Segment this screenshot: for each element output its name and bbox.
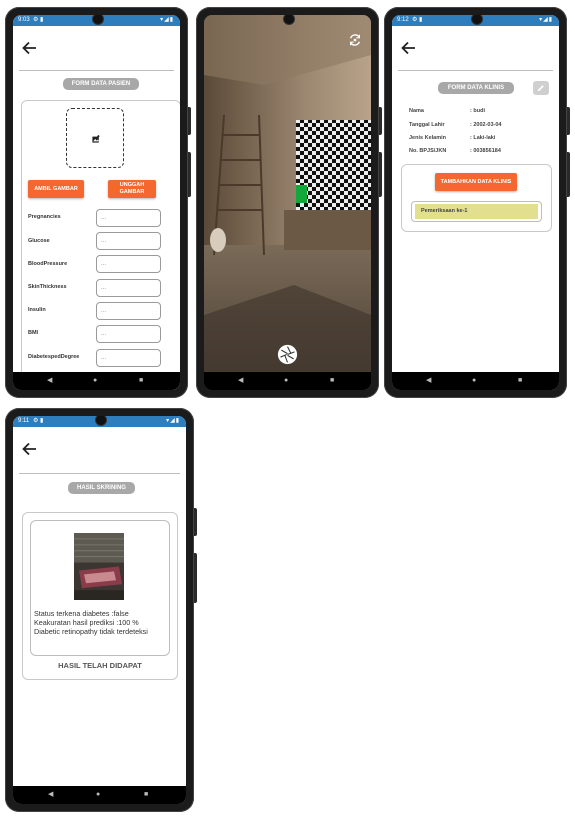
volume-button xyxy=(194,508,197,536)
bloodpressure-input[interactable]: ... xyxy=(96,255,161,273)
volume-button xyxy=(188,107,191,135)
nav-home-icon[interactable]: ● xyxy=(93,376,97,386)
front-camera xyxy=(91,15,104,25)
divider xyxy=(19,473,180,474)
result-card: Status terkena diabetes :false Keakurata… xyxy=(22,512,178,680)
divider xyxy=(398,70,553,71)
phone-form-data-klinis: 9:12 ⚙ ▮ ▾◢▮ FORM DATA KLINIS Nama : bud… xyxy=(384,7,570,398)
nav-home-icon[interactable]: ● xyxy=(472,376,476,386)
front-camera xyxy=(470,15,483,25)
field-label: Insulin xyxy=(28,307,46,313)
screen: 9:12 ⚙ ▮ ▾◢▮ FORM DATA KLINIS Nama : bud… xyxy=(392,15,559,390)
front-camera xyxy=(282,15,295,25)
photo-placeholder[interactable] xyxy=(66,108,124,168)
result-inner-card: Status terkena diabetes :false Keakurata… xyxy=(30,520,170,656)
status-icons: ⚙ ▮ xyxy=(33,418,44,424)
clinical-card: TAMBAHKAN DATA KLINIS Pemeriksaan ke-1 xyxy=(401,164,552,232)
phone-hasil-skrining: 9:11 ⚙ ▮ ▾◢▮ HASIL SKRINING Status terke… xyxy=(5,408,197,812)
field-label: SkinThickness xyxy=(28,284,67,290)
nav-recents-icon[interactable]: ■ xyxy=(144,790,148,800)
patient-label: Tanggal Lahir xyxy=(409,122,445,128)
result-footer: HASIL TELAH DIDAPAT xyxy=(58,661,142,670)
camera-switch-icon[interactable] xyxy=(348,33,362,47)
nav-bar: ◀ ● ■ xyxy=(392,372,559,390)
nav-recents-icon[interactable]: ■ xyxy=(330,376,334,386)
patient-label: No. BPJS/JKN xyxy=(409,148,447,154)
volume-button xyxy=(567,107,570,135)
signal-battery-icon: ▾◢▮ xyxy=(166,418,180,424)
page-title: FORM DATA KLINIS xyxy=(438,82,514,94)
signal-battery-icon: ▾◢▮ xyxy=(160,17,174,23)
status-icons: ⚙ ▮ xyxy=(33,17,44,23)
power-button xyxy=(194,553,197,603)
nav-back-icon[interactable]: ◀ xyxy=(426,376,431,386)
patient-value: : Laki-laki xyxy=(470,135,496,141)
nav-home-icon[interactable]: ● xyxy=(96,790,100,800)
glucose-input[interactable]: ... xyxy=(96,232,161,250)
diabetespeddegree-input[interactable]: ... xyxy=(96,349,161,367)
edit-button[interactable] xyxy=(533,81,549,95)
patient-label: Nama xyxy=(409,108,424,114)
power-button xyxy=(567,152,570,197)
power-button xyxy=(188,152,191,197)
status-time: 9:12 xyxy=(397,17,409,23)
checkerboard-monitor xyxy=(296,120,371,210)
ambil-gambar-button[interactable]: AMBIL GAMBAR xyxy=(28,180,84,198)
nav-bar: ◀ ● ■ xyxy=(204,372,371,390)
shutter-icon[interactable] xyxy=(277,344,298,365)
field-label: DiabetespedDegree xyxy=(28,354,80,360)
exam-item[interactable]: Pemeriksaan ke-1 xyxy=(415,204,538,219)
screen: 9:03 ⚙ ▮ ▾◢▮ FORM DATA PASIEN AMBIL GAMB… xyxy=(13,15,180,390)
front-camera xyxy=(94,416,107,426)
patient-value: : 2002-03-04 xyxy=(470,122,502,128)
unggah-gambar-button[interactable]: UNGGAH GAMBAR xyxy=(108,180,156,198)
result-accuracy: Keakuratan hasil prediksi :100 % xyxy=(34,618,139,627)
screen: 9:11 ⚙ ▮ ▾◢▮ HASIL SKRINING Status terke… xyxy=(13,416,186,804)
result-diabetes-status: Status terkena diabetes :false xyxy=(34,609,129,618)
result-retinopathy: Diabetic retinopathy tidak terdeteksi xyxy=(34,627,148,636)
phone-form-data-pasien: 9:03 ⚙ ▮ ▾◢▮ FORM DATA PASIEN AMBIL GAMB… xyxy=(5,7,191,398)
page-title: FORM DATA PASIEN xyxy=(63,78,139,90)
patient-value: : budi xyxy=(470,108,485,114)
form-card: AMBIL GAMBAR UNGGAH GAMBAR Pregnancies .… xyxy=(21,100,180,390)
status-time: 9:03 xyxy=(18,17,30,23)
volume-button xyxy=(379,107,382,135)
screen: ◀ ● ■ xyxy=(204,15,371,390)
phone-camera: ◀ ● ■ xyxy=(196,7,382,398)
camera-viewfinder xyxy=(204,15,371,390)
page-title: HASIL SKRINING xyxy=(68,482,135,494)
back-arrow-icon[interactable] xyxy=(21,41,37,55)
power-button xyxy=(379,152,382,197)
divider xyxy=(19,70,174,71)
nav-recents-icon[interactable]: ■ xyxy=(518,376,522,386)
bmi-input[interactable]: ... xyxy=(96,325,161,343)
status-icons: ⚙ ▮ xyxy=(412,17,423,23)
back-arrow-icon[interactable] xyxy=(21,442,37,456)
skinthickness-input[interactable]: ... xyxy=(96,279,161,297)
patient-label: Jenis Kelamin xyxy=(409,135,446,141)
nav-home-icon[interactable]: ● xyxy=(284,376,288,386)
tambahkan-data-klinis-button[interactable]: TAMBAHKAN DATA KLINIS xyxy=(435,173,517,191)
field-label: Pregnancies xyxy=(28,214,61,220)
pencil-icon xyxy=(537,85,544,92)
nav-back-icon[interactable]: ◀ xyxy=(47,376,52,386)
back-arrow-icon[interactable] xyxy=(400,41,416,55)
signal-battery-icon: ▾◢▮ xyxy=(539,17,553,23)
result-text: Status terkena diabetes :false Keakurata… xyxy=(34,609,167,636)
insulin-input[interactable]: ... xyxy=(96,302,161,320)
nav-bar: ◀ ● ■ xyxy=(13,372,180,390)
exam-list: Pemeriksaan ke-1 xyxy=(411,201,542,222)
fundus-image xyxy=(74,533,124,600)
nav-back-icon[interactable]: ◀ xyxy=(238,376,243,386)
status-time: 9:11 xyxy=(18,418,30,424)
nav-bar: ◀ ● ■ xyxy=(13,786,186,804)
field-label: Glucose xyxy=(28,238,50,244)
field-label: BMI xyxy=(28,330,39,336)
nav-back-icon[interactable]: ◀ xyxy=(48,790,53,800)
field-label: BloodPressure xyxy=(28,261,68,267)
patient-value: : 003856184 xyxy=(470,148,501,154)
pregnancies-input[interactable]: ... xyxy=(96,209,161,227)
add-photo-icon xyxy=(92,135,100,143)
nav-recents-icon[interactable]: ■ xyxy=(139,376,143,386)
